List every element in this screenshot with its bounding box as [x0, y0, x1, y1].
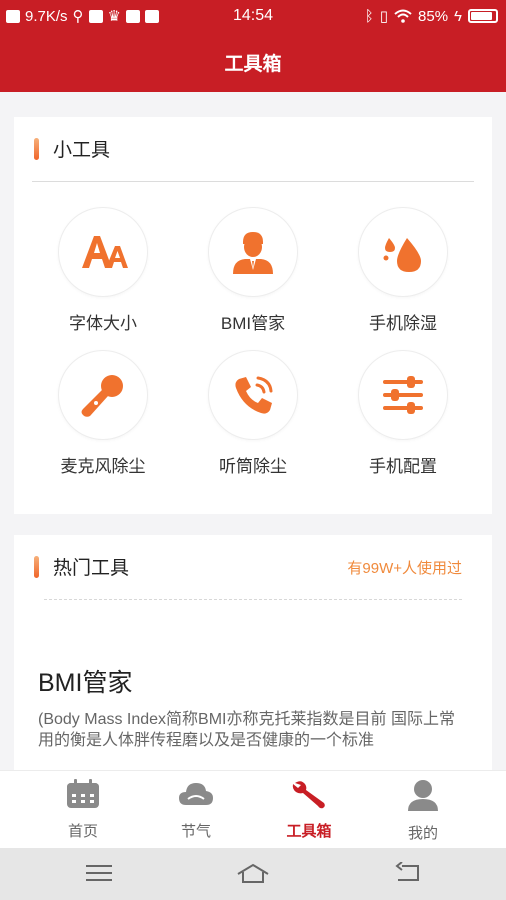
tool-config[interactable]: 手机配置	[333, 350, 473, 477]
tool-microphone[interactable]: 麦克风除尘	[33, 350, 173, 477]
tool-dehumidify[interactable]: 手机除湿	[333, 207, 473, 334]
menu-icon[interactable]	[86, 862, 112, 884]
tool-label: 手机除湿	[369, 314, 437, 333]
tool-earpiece[interactable]: 听筒除尘	[183, 350, 323, 477]
tool-font-size[interactable]: 字体大小	[33, 207, 173, 334]
tool-icon-wrap	[358, 207, 448, 297]
hot-section-header: 热门工具	[34, 553, 129, 580]
tab-label: 首页	[67, 823, 98, 840]
phone-icon	[235, 376, 273, 414]
wifi-icon	[394, 9, 412, 23]
usage-count: 有99W+人使用过	[347, 560, 462, 577]
hot-tool-description: (Body Mass Index简称BMI亦称克托莱指数是目前 国际上常用的衡是…	[38, 711, 455, 749]
charging-icon: ϟ	[454, 7, 462, 25]
tool-label: 听筒除尘	[219, 457, 287, 476]
tool-icon-wrap	[358, 350, 448, 440]
home-icon[interactable]	[236, 862, 270, 884]
hot-tools-card: 热门工具 有99W+人使用过 BMI管家 (Body Mass Index简称B…	[14, 535, 492, 775]
tab-profile[interactable]: 我的	[383, 779, 463, 843]
hot-tool-title[interactable]: BMI管家	[38, 663, 132, 699]
tool-icon-wrap	[58, 350, 148, 440]
tab-home[interactable]: 首页	[43, 779, 123, 841]
page-title: 工具箱	[224, 54, 282, 75]
tool-icon-wrap	[208, 207, 298, 297]
status-bar: 9.7K/s ⚲ ♛ 14:54 ᛒ ▯ 85% ϟ	[0, 0, 506, 32]
divider	[32, 181, 474, 182]
bottom-tab-bar: 首页 节气 工具箱 我的	[0, 770, 506, 848]
person-icon	[233, 232, 273, 274]
tab-label: 我的	[407, 825, 438, 842]
tool-label: 麦克风除尘	[60, 457, 146, 476]
bluetooth-icon: ᛒ	[364, 7, 374, 25]
vibrate-icon: ▯	[379, 8, 389, 25]
status-right: ᛒ ▯ 85% ϟ	[365, 7, 498, 25]
water-drops-icon	[383, 238, 421, 272]
cloud-icon	[179, 783, 213, 805]
battery-percent: 85%	[418, 7, 449, 25]
tool-label: BMI管家	[220, 314, 286, 333]
tab-toolbox[interactable]: 工具箱	[269, 779, 349, 841]
tool-label: 字体大小	[69, 314, 137, 333]
hot-section-title: 热门工具	[53, 558, 130, 579]
microphone-icon	[81, 375, 123, 417]
font-size-icon	[82, 236, 128, 268]
section-accent-bar	[34, 137, 39, 160]
tools-section-header: 小工具	[34, 135, 110, 162]
calendar-icon	[67, 779, 99, 808]
tool-icon-wrap	[208, 350, 298, 440]
tool-bmi[interactable]: BMI管家	[183, 207, 323, 334]
tab-label: 节气	[180, 823, 211, 840]
tools-section-title: 小工具	[53, 140, 111, 161]
tool-icon-wrap	[58, 207, 148, 297]
tab-label: 工具箱	[286, 823, 332, 840]
battery-icon	[468, 9, 498, 23]
back-icon[interactable]	[394, 862, 420, 884]
tools-card: 小工具 字体大小 BMI管家 手机除湿 麦克风除尘 听筒除尘 手机配置	[14, 117, 492, 514]
tab-solar-terms[interactable]: 节气	[156, 779, 236, 841]
title-bar: 工具箱	[0, 32, 506, 92]
sliders-icon	[383, 376, 423, 414]
user-icon	[408, 780, 438, 811]
tool-label: 手机配置	[369, 457, 437, 476]
section-accent-bar	[34, 555, 39, 578]
wrench-icon	[292, 781, 325, 809]
divider	[44, 599, 462, 600]
system-nav-bar	[0, 848, 506, 900]
